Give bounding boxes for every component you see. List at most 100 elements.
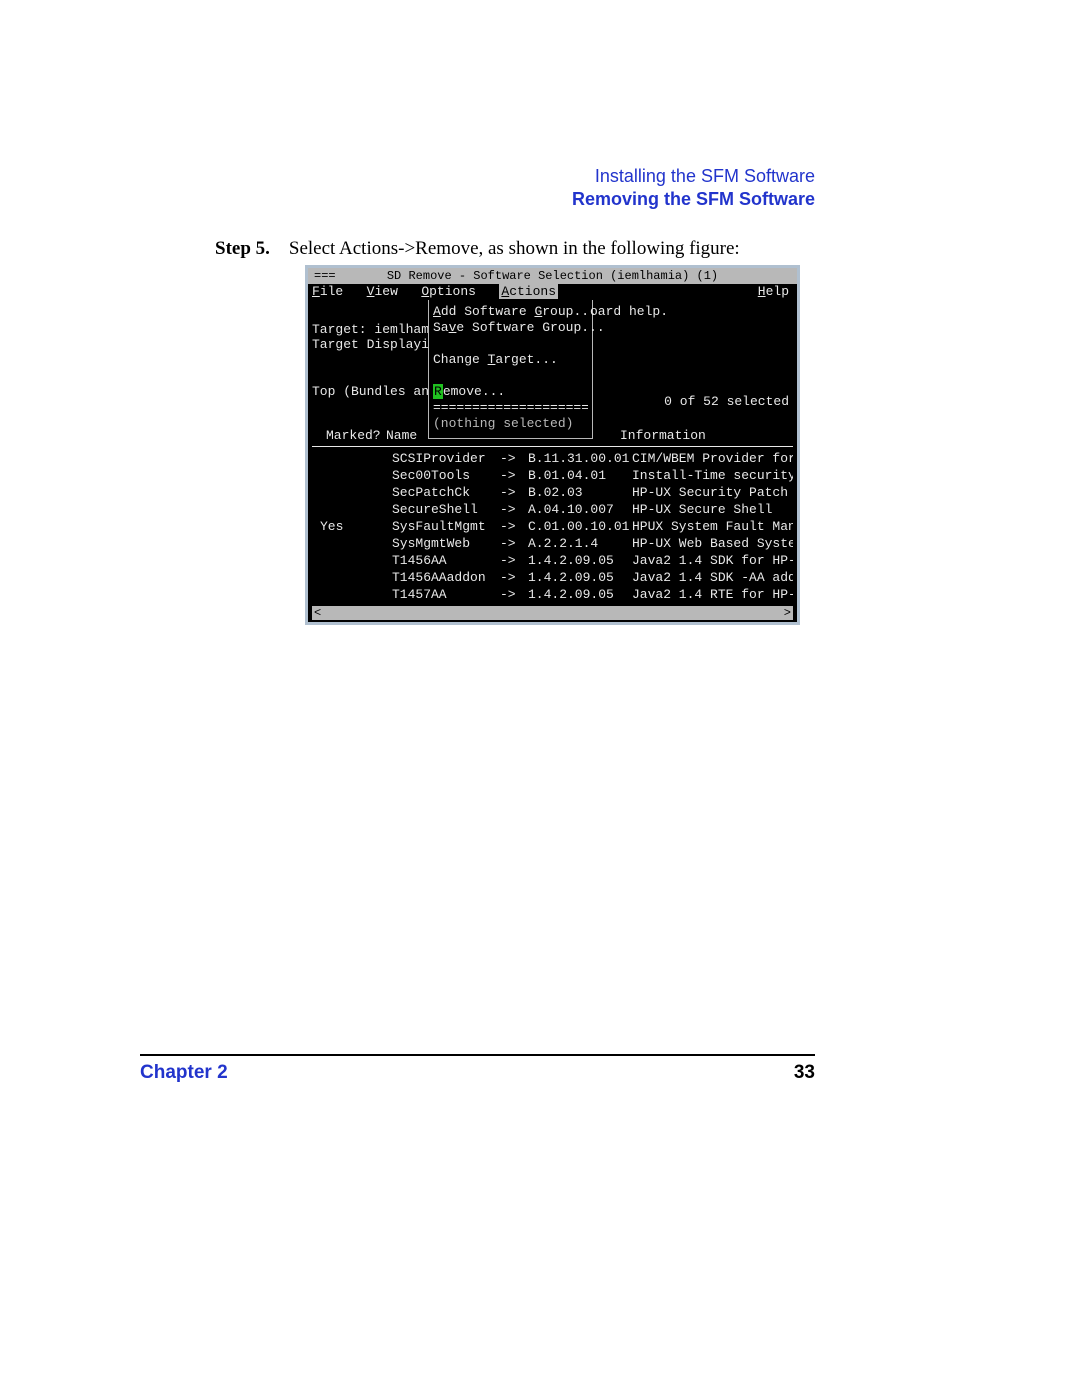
cell-name: T1456AA [392,552,500,569]
cell-marked: Yes [312,518,392,535]
cell-arrow: -> [500,501,528,518]
cell-information: Java2 1.4 RTE -AA addon [632,603,793,604]
scroll-right-icon[interactable]: > [784,606,791,620]
titlebar-left-marker: === [314,268,354,284]
software-table[interactable]: SCSIProvider->B.11.31.00.01CIM/WBEM Prov… [312,450,793,604]
cell-arrow: -> [500,535,528,552]
cell-name: SecureShell [392,501,500,518]
cell-marked [312,603,392,604]
cell-information: HP-UX Secure Shell [632,501,793,518]
table-row[interactable]: T1456AAaddon->1.4.2.09.05Java2 1.4 SDK -… [312,569,793,586]
menu-help[interactable]: Help [758,284,789,300]
cell-name: T1457AAaddon [392,603,500,604]
table-row[interactable]: Sec00Tools->B.01.04.01Install-Time secur… [312,467,793,484]
col-header-marked: Marked? [326,428,381,443]
table-row[interactable]: SCSIProvider->B.11.31.00.01CIM/WBEM Prov… [312,450,793,467]
cell-name: SecPatchCk [392,484,500,501]
horizontal-scrollbar[interactable]: < > [312,606,793,620]
table-row[interactable]: YesSysFaultMgmt->C.01.00.10.01HPUX Syste… [312,518,793,535]
menu-item-save-software-group[interactable]: Save Software Group... [433,320,588,336]
menu-options[interactable]: Options [421,284,476,299]
scroll-left-icon[interactable]: < [314,606,321,620]
target-line: Target: iemlhamia [312,322,427,337]
cell-name: T1457AA [392,586,500,603]
window-titlebar: === SD Remove - Software Selection (ieml… [308,268,797,284]
page-header: Installing the SFM Software Removing the… [572,165,815,212]
dropdown-separator: ======================== [433,400,588,416]
cell-arrow: -> [500,518,528,535]
cell-revision: B.11.31.00.01 [528,450,632,467]
step-label: Step 5. [215,238,270,259]
table-row[interactable]: T1457AAaddon->1.4.2.09.05Java2 1.4 RTE -… [312,603,793,604]
window-title: SD Remove - Software Selection (iemlhami… [387,269,718,283]
cell-marked [312,552,392,569]
cell-revision: A.2.2.1.4 [528,535,632,552]
cell-marked [312,467,392,484]
selection-count: 0 of 52 selected [664,394,789,409]
cell-information: HP-UX Web Based System M [632,535,793,552]
table-row[interactable]: SecureShell->A.04.10.007HP-UX Secure She… [312,501,793,518]
menu-file[interactable]: File [312,284,343,299]
cell-revision: B.01.04.01 [528,467,632,484]
table-row[interactable]: SysMgmtWeb->A.2.2.1.4HP-UX Web Based Sys… [312,535,793,552]
step-line: Step 5. Select Actions->Remove, as shown… [215,238,740,260]
table-row[interactable]: T1457AA->1.4.2.09.05Java2 1.4 RTE for HP… [312,586,793,603]
cell-name: T1456AAaddon [392,569,500,586]
cell-information: Java2 1.4 RTE for HP-UX [632,586,793,603]
terminal-screenshot: === SD Remove - Software Selection (ieml… [305,265,800,625]
table-row[interactable]: T1456AA->1.4.2.09.05Java2 1.4 SDK for HP… [312,552,793,569]
cell-revision: B.02.03 [528,484,632,501]
cell-arrow: -> [500,569,528,586]
target-displaying: Target Displaying [312,337,427,352]
cell-information: Java2 1.4 SDK -AA addon [632,569,793,586]
cell-information: HP-UX Security Patch Che [632,484,793,501]
cell-arrow: -> [500,586,528,603]
actions-dropdown: Add Software Group... Save Software Grou… [428,300,593,439]
cell-name: SysMgmtWeb [392,535,500,552]
cell-name: SCSIProvider [392,450,500,467]
card-help-text: oard help. [590,304,668,319]
header-subsection: Removing the SFM Software [572,188,815,211]
cell-revision: A.04.10.007 [528,501,632,518]
cell-revision: 1.4.2.09.05 [528,569,632,586]
cell-name: Sec00Tools [392,467,500,484]
cell-marked [312,484,392,501]
col-header-name: Name [386,428,417,443]
dropdown-nothing-selected: (nothing selected) [433,416,588,432]
cell-arrow: -> [500,484,528,501]
menubar: File View Options Actions [308,284,797,300]
menu-view[interactable]: View [367,284,398,299]
cell-marked [312,450,392,467]
menu-actions[interactable]: Actions [499,284,558,299]
left-panel: Target: iemlhamia Target Displaying Top … [312,306,427,399]
terminal-body: Target: iemlhamia Target Displaying Top … [308,300,797,622]
cell-arrow: -> [500,603,528,604]
page-number: 33 [794,1062,815,1084]
top-bundles-line: Top (Bundles and P [312,384,427,399]
cell-revision: 1.4.2.09.05 [528,603,632,604]
menu-item-add-software-group[interactable]: Add Software Group... [433,304,588,320]
cell-marked [312,535,392,552]
cell-marked [312,569,392,586]
cell-information: Java2 1.4 SDK for HP-UX [632,552,793,569]
page: Installing the SFM Software Removing the… [0,0,1080,1397]
cell-information: CIM/WBEM Provider for SC [632,450,793,467]
col-header-information: Information [620,428,706,443]
cell-marked [312,586,392,603]
cell-name: SysFaultMgmt [392,518,500,535]
menu-item-remove[interactable]: Remove... [433,384,505,400]
table-row[interactable]: SecPatchCk->B.02.03HP-UX Security Patch … [312,484,793,501]
header-section: Installing the SFM Software [572,165,815,188]
step-text: Select Actions->Remove, as shown in the … [289,238,740,259]
cell-marked [312,501,392,518]
page-footer: Chapter 2 33 [140,1062,815,1084]
cell-revision: 1.4.2.09.05 [528,552,632,569]
cell-revision: 1.4.2.09.05 [528,586,632,603]
cell-revision: C.01.00.10.01 [528,518,632,535]
cell-arrow: -> [500,450,528,467]
header-rule [312,446,793,447]
cell-information: HPUX System Fault Manage [632,518,793,535]
cell-arrow: -> [500,467,528,484]
footer-rule [140,1054,815,1056]
menu-item-change-target[interactable]: Change Target... [433,352,588,368]
